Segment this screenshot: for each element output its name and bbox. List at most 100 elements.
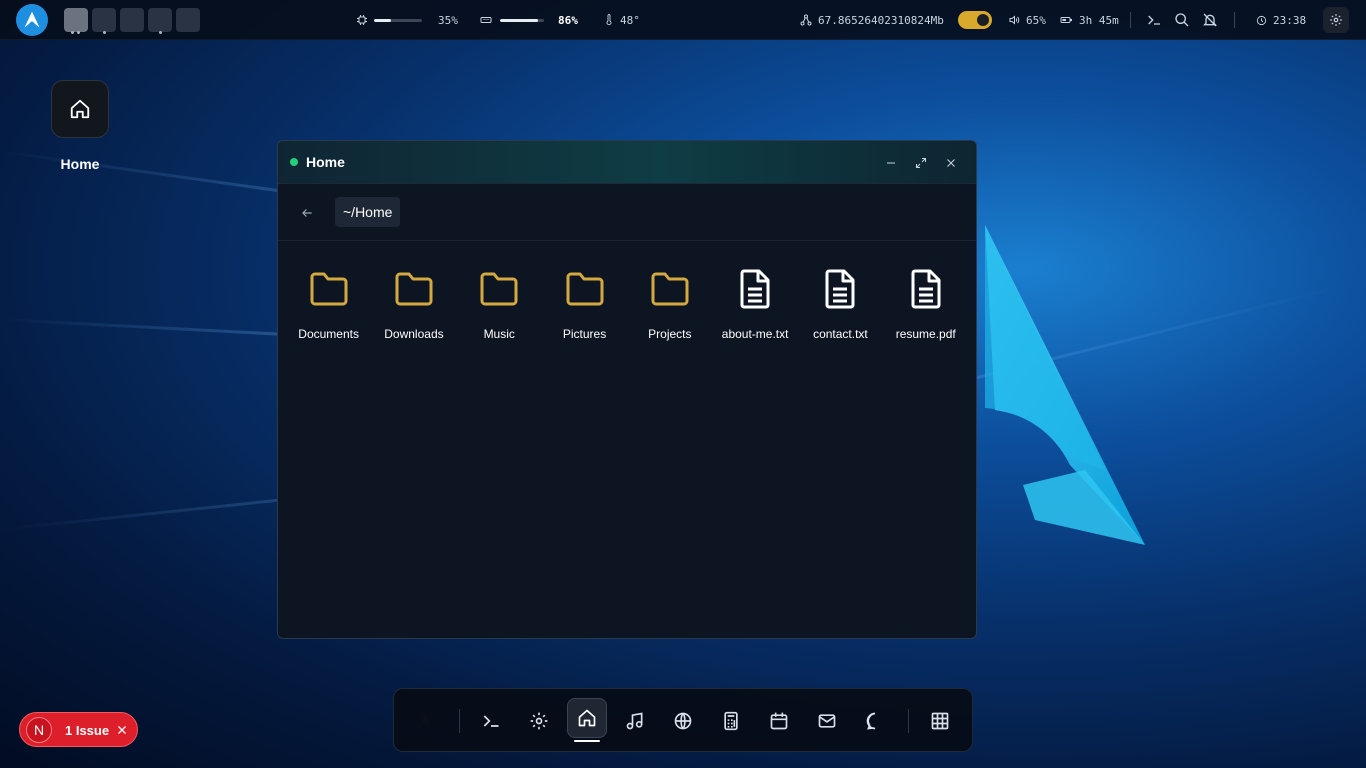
dock-item-arch-logo[interactable]	[405, 701, 445, 741]
issue-badge[interactable]: N 1 Issue	[19, 712, 138, 747]
battery-icon	[1060, 17, 1072, 23]
grid-icon	[931, 712, 949, 730]
desktop-icon-home[interactable]	[51, 80, 109, 138]
arch-logo-icon	[417, 712, 433, 729]
folder-item[interactable]: Music	[457, 261, 542, 341]
issue-avatar: N	[26, 717, 52, 743]
search-button[interactable]	[1172, 10, 1192, 30]
workspace-window-dot	[77, 31, 80, 34]
arrow-left-icon	[302, 209, 312, 217]
gear-icon	[1330, 14, 1342, 26]
status-dot	[290, 158, 298, 166]
file-name: Documents	[298, 327, 359, 341]
file-name: Downloads	[384, 327, 444, 341]
thermometer-icon	[606, 14, 612, 26]
expand-icon	[916, 158, 926, 168]
file-name: Pictures	[562, 327, 607, 341]
file-manager-window: Home ~/Home Documents Downloads Music Pictu…	[277, 140, 977, 639]
workspace-3[interactable]	[120, 8, 144, 32]
calendar-icon	[770, 712, 788, 730]
file-item[interactable]: resume.pdf	[883, 261, 968, 341]
notifications-button[interactable]	[1200, 10, 1220, 30]
folder-item[interactable]: Documents	[286, 261, 371, 341]
back-button[interactable]	[296, 202, 318, 224]
music-icon	[626, 712, 643, 730]
battery-indicator: 3h 45m	[1060, 0, 1119, 40]
workspace-1[interactable]	[64, 8, 88, 32]
wallpaper-arch-logo	[985, 225, 1145, 545]
path-bar: ~/Home	[278, 184, 976, 241]
clock-value: 23:38	[1273, 13, 1307, 27]
workspace-5[interactable]	[176, 8, 200, 32]
close-button[interactable]	[940, 152, 962, 174]
window-title: Home	[306, 154, 345, 170]
dock-item-settings[interactable]	[519, 701, 559, 741]
dock-item-chat[interactable]	[855, 701, 895, 741]
dock-item-calculator[interactable]	[711, 701, 751, 741]
workspace-window-dot	[159, 31, 162, 34]
close-icon	[118, 726, 126, 734]
folder-icon	[477, 267, 521, 311]
temperature-value: 48°	[620, 13, 640, 27]
memory-indicator: 86%	[480, 0, 578, 40]
clock[interactable]: 23:38	[1256, 0, 1306, 40]
issue-text: 1 Issue	[65, 723, 110, 738]
dock-item-home[interactable]	[567, 698, 607, 738]
calculator-icon	[724, 711, 738, 731]
volume-indicator[interactable]: 65%	[1008, 0, 1046, 40]
window-titlebar[interactable]: Home	[278, 141, 976, 184]
file-item[interactable]: contact.txt	[798, 261, 883, 341]
file-item[interactable]: about-me.txt	[712, 261, 797, 341]
folder-item[interactable]: Downloads	[371, 261, 456, 341]
folder-item[interactable]: Projects	[627, 261, 712, 341]
cpu-bar	[374, 18, 422, 22]
dock	[393, 688, 973, 752]
terminal-icon	[483, 715, 499, 727]
top-bar: 35% 86% 48° 67.86526402310824Mb 65% 3h 4…	[0, 0, 1366, 40]
folder-icon	[563, 267, 607, 311]
dock-item-music[interactable]	[615, 701, 655, 741]
clock-icon	[1256, 15, 1267, 25]
close-icon	[947, 159, 955, 167]
minimize-button[interactable]	[880, 152, 902, 174]
memory-value: 86%	[558, 13, 578, 27]
issue-close-button[interactable]	[114, 722, 130, 738]
folder-icon	[307, 267, 351, 311]
minimize-icon	[887, 162, 895, 164]
network-indicator: 67.86526402310824Mb	[800, 0, 944, 40]
launcher-button[interactable]	[16, 4, 48, 36]
divider	[1130, 12, 1131, 28]
divider	[1234, 12, 1235, 28]
dock-active-indicator	[574, 740, 600, 742]
folder-icon	[392, 267, 436, 311]
file-name: Music	[483, 327, 515, 341]
dock-item-terminal[interactable]	[471, 701, 511, 741]
dock-item-calendar[interactable]	[759, 701, 799, 741]
document-icon	[904, 267, 948, 311]
search-icon	[1175, 13, 1189, 27]
arch-logo-icon	[24, 11, 40, 28]
dock-item-grid[interactable]	[920, 701, 960, 741]
cpu-icon	[357, 15, 367, 25]
workspace-4[interactable]	[148, 8, 172, 32]
theme-toggle[interactable]	[958, 11, 992, 29]
dock-item-mail[interactable]	[807, 701, 847, 741]
folder-item[interactable]: Pictures	[542, 261, 627, 341]
toggle-icon	[958, 11, 992, 29]
memory-icon	[480, 17, 492, 23]
dock-item-globe[interactable]	[663, 701, 703, 741]
temperature-indicator: 48°	[604, 0, 640, 40]
workspace-window-dot	[103, 31, 106, 34]
volume-icon	[1009, 15, 1020, 25]
cpu-value: 35%	[438, 13, 458, 27]
desktop-icon-label: Home	[60, 156, 100, 172]
terminal-button[interactable]	[1144, 10, 1164, 30]
path-breadcrumb[interactable]: ~/Home	[335, 197, 401, 227]
workspace-2[interactable]	[92, 8, 116, 32]
memory-bar	[500, 18, 544, 22]
maximize-button[interactable]	[910, 152, 932, 174]
bell-off-icon	[1203, 13, 1217, 27]
chat-icon	[866, 712, 876, 730]
settings-button[interactable]	[1323, 7, 1349, 33]
file-grid: Documents Downloads Music Pictures Projects a…	[286, 261, 968, 341]
